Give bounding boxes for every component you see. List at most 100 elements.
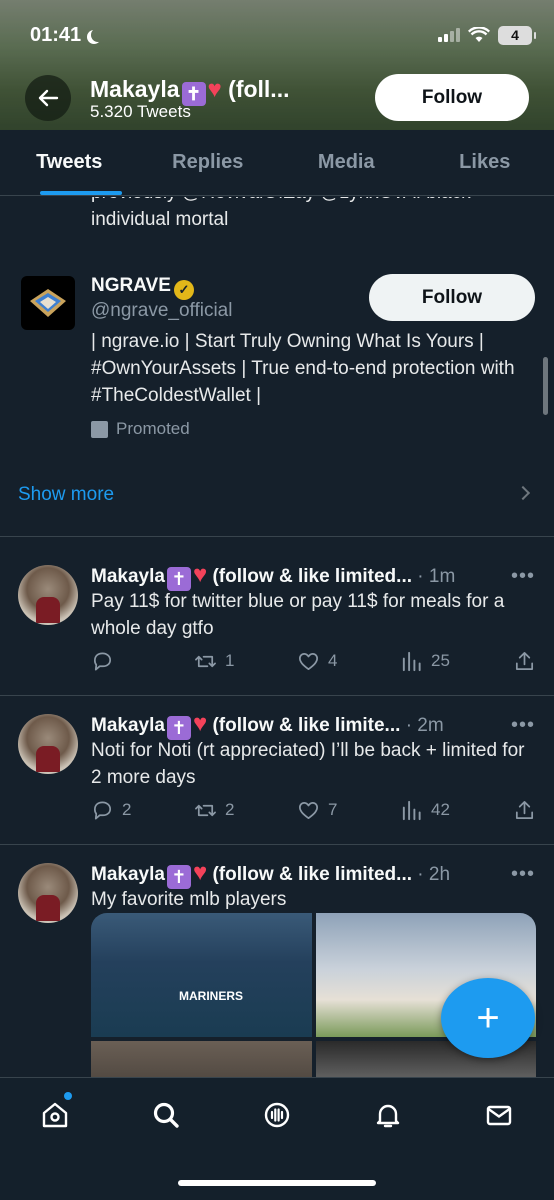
chevron-right-icon	[515, 485, 531, 501]
reply-button[interactable]	[91, 650, 194, 673]
reply-button[interactable]: 2	[91, 799, 194, 822]
like-button[interactable]: 7	[297, 799, 400, 822]
like-count: 4	[328, 651, 338, 670]
heart-fire-emoji-icon: ♥	[192, 710, 208, 737]
tab-replies[interactable]: Replies	[139, 130, 278, 195]
views-count: 42	[431, 800, 450, 819]
promo-follow-button[interactable]: Follow	[369, 274, 535, 321]
views-button[interactable]: 42	[400, 799, 503, 822]
notification-dot	[64, 1092, 72, 1100]
reply-count: 2	[122, 800, 132, 819]
back-button[interactable]	[25, 75, 71, 121]
tweet-time: · 1m	[417, 566, 456, 587]
heart-icon	[299, 801, 318, 819]
views-chart-icon	[402, 800, 421, 820]
share-button[interactable]	[513, 799, 536, 822]
tweet-text: Pay 11$ for twitter blue or pay 11$ for …	[91, 591, 505, 639]
home-indicator[interactable]	[178, 1180, 376, 1186]
ngrave-logo[interactable]	[21, 276, 75, 330]
avatar[interactable]	[18, 863, 78, 923]
tweet-author-suffix: (follow & like limited...	[212, 864, 413, 885]
status-time: 01:41	[30, 23, 82, 46]
more-options-icon[interactable]: •••	[511, 863, 535, 886]
profile-name-text: Makayla	[90, 76, 180, 102]
home-icon	[43, 1102, 68, 1128]
avatar[interactable]	[18, 714, 78, 774]
nav-notifications[interactable]	[332, 1078, 443, 1152]
tweet-header: Makayla ✝ ♥ (follow & like limited... · 2h	[91, 859, 450, 889]
follow-button[interactable]: Follow	[375, 74, 529, 121]
retweet-button[interactable]: 1	[194, 650, 297, 673]
nav-home[interactable]	[0, 1078, 111, 1152]
nav-spaces[interactable]	[222, 1078, 333, 1152]
cut-off-bio-line2: individual mortal	[91, 209, 229, 230]
tweet-author-suffix: (follow & like limite...	[212, 715, 401, 736]
spaces-icon	[264, 1102, 290, 1128]
timeline[interactable]: previously @RevivalOfZay @zynxOvA. black…	[0, 197, 554, 1077]
share-button[interactable]	[513, 650, 536, 673]
envelope-icon	[486, 1105, 511, 1126]
verified-gold-icon: ✓	[173, 280, 194, 300]
tweet-author-name[interactable]: Makayla	[91, 715, 165, 736]
nav-search[interactable]	[111, 1078, 222, 1152]
scrollbar[interactable]	[543, 357, 548, 415]
tweet-time: · 2h	[417, 864, 451, 885]
retweet-icon	[195, 804, 216, 816]
retweet-button[interactable]: 2	[194, 799, 297, 822]
cut-off-bio-line1: previously @RevivalOfZay @zynxOvA. black	[91, 197, 471, 206]
promoted-label-text: Promoted	[116, 419, 190, 438]
tweet-header: Makayla ✝ ♥ (follow & like limited... · 1m	[91, 561, 455, 591]
status-bar: 01:41 4	[30, 22, 536, 48]
tweet[interactable]: Makayla ✝ ♥ (follow & like limited... · 1m…	[0, 537, 554, 695]
views-count: 25	[431, 651, 450, 670]
wifi-icon	[468, 27, 490, 42]
tab-likes[interactable]: Likes	[416, 130, 554, 195]
retweet-icon	[195, 655, 216, 667]
heart-fire-emoji-icon: ♥	[207, 76, 222, 103]
tweet-author-name[interactable]: Makayla	[91, 864, 165, 885]
tab-tweets[interactable]: Tweets	[0, 130, 139, 195]
promo-handle: @ngrave_official	[91, 300, 233, 321]
tweet-header: Makayla ✝ ♥ (follow & like limite... · 2m	[91, 710, 444, 740]
tweet-count: 5.320 Tweets	[90, 102, 191, 121]
reply-icon	[93, 800, 112, 820]
diamond-logo-icon	[30, 289, 66, 317]
tweet-author-name[interactable]: Makayla	[91, 566, 165, 587]
tweet-text: Noti for Noti (rt appreciated) I’ll be b…	[91, 740, 525, 788]
promo-account-name-text: NGRAVE	[91, 275, 171, 296]
avatar[interactable]	[18, 565, 78, 625]
more-options-icon[interactable]: •••	[511, 714, 535, 737]
profile-tabs: Tweets Replies Media Likes	[0, 130, 554, 196]
promoted-icon	[91, 420, 108, 438]
arrow-left-icon	[38, 89, 59, 107]
tweet-actions: 2 2 7 42	[91, 798, 536, 822]
promoted-label: Promoted	[91, 419, 190, 439]
tweet-actions: 1 4 25	[91, 649, 536, 673]
heart-icon	[299, 652, 318, 670]
search-icon	[154, 1102, 179, 1128]
media-photo-mariners-player[interactable]	[91, 913, 312, 1037]
more-options-icon[interactable]: •••	[511, 565, 535, 588]
cut-off-bio: previously @RevivalOfZay @zynxOvA. black…	[91, 197, 471, 233]
battery-icon: 4	[498, 25, 536, 45]
retweet-count: 2	[225, 800, 235, 819]
bell-icon	[376, 1104, 399, 1128]
reply-icon	[93, 651, 112, 671]
share-icon	[515, 651, 534, 670]
heart-fire-emoji-icon: ♥	[192, 561, 208, 588]
promo-account-name[interactable]: NGRAVE ✓	[91, 275, 194, 300]
tweet-text: My favorite mlb players	[91, 889, 287, 910]
share-icon	[515, 800, 534, 819]
tweet-time: · 2m	[405, 715, 444, 736]
cellular-signal-icon	[438, 28, 460, 42]
compose-tweet-button[interactable]: +	[441, 978, 535, 1058]
like-button[interactable]: 4	[297, 650, 400, 673]
promo-bio: | ngrave.io | Start Truly Owning What Is…	[91, 331, 515, 406]
nav-messages[interactable]	[443, 1078, 554, 1152]
heart-fire-emoji-icon: ♥	[192, 859, 208, 886]
media-photo[interactable]	[91, 1041, 312, 1077]
show-more-link[interactable]: Show more	[18, 484, 114, 506]
tweet[interactable]: Makayla ✝ ♥ (follow & like limite... · 2m …	[0, 686, 554, 844]
tab-media[interactable]: Media	[277, 130, 416, 195]
views-button[interactable]: 25	[400, 650, 503, 673]
